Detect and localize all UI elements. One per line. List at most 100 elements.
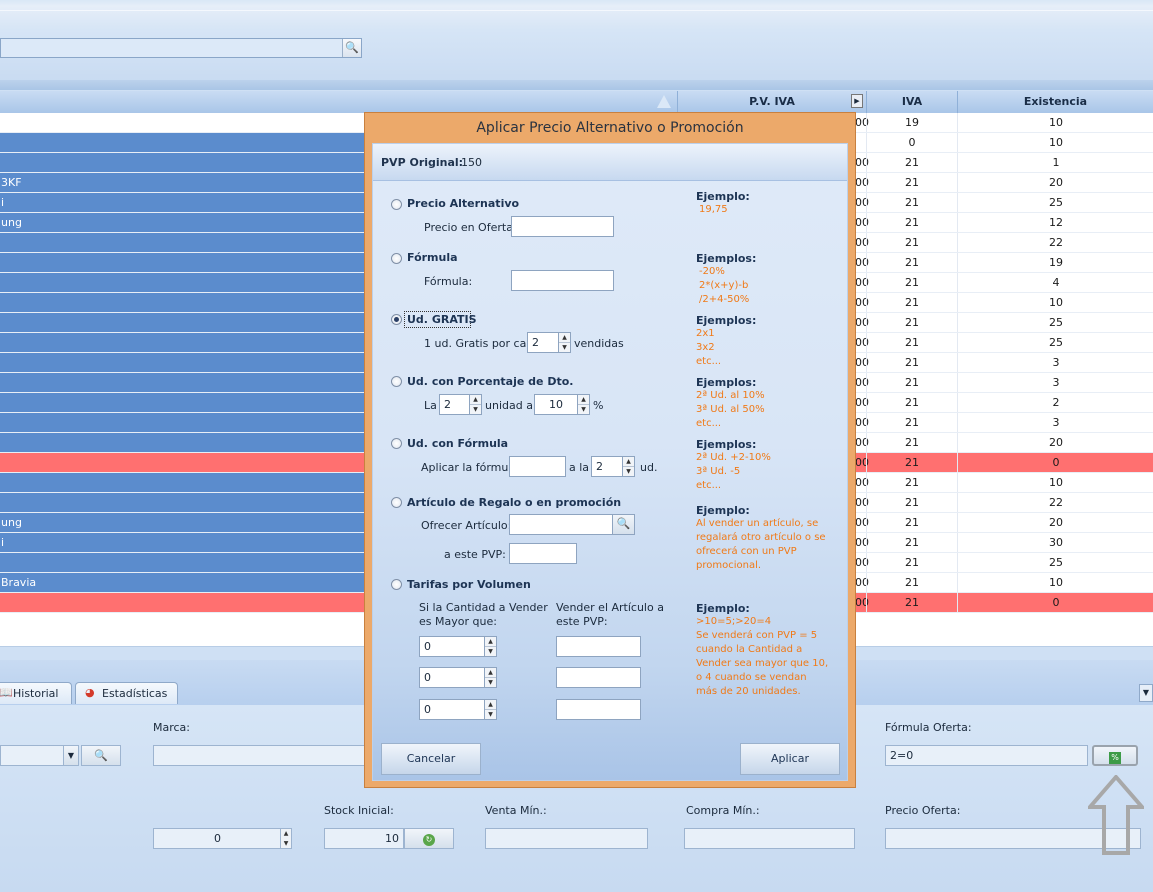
quantity-stepper[interactable]: 0 bbox=[153, 828, 292, 849]
ofrecer-articulo-input[interactable]: 🔍 bbox=[509, 514, 635, 535]
radio-ud-formula[interactable] bbox=[391, 438, 402, 449]
category-search-button[interactable]: 🔍 bbox=[81, 745, 121, 766]
tarifa-qty-stepper-1[interactable]: 0 ▲ ▼ bbox=[419, 636, 497, 657]
ud-porcentaje-unit-stepper[interactable]: 2 ▲ ▼ bbox=[439, 394, 482, 415]
row-existencia-cell: 19 bbox=[957, 253, 1153, 272]
promo-dialog: Aplicar Precio Alternativo o Promoción P… bbox=[364, 112, 856, 788]
row-pv-iva-cell: 00 bbox=[855, 216, 869, 229]
compra-min-input[interactable] bbox=[684, 828, 855, 849]
calculator-icon: % bbox=[1109, 752, 1121, 764]
stock-inicial-label: Stock Inicial: bbox=[324, 804, 394, 817]
row-name-cell: Bravia bbox=[0, 573, 366, 592]
quantity-spin-buttons[interactable]: ▲ ▼ bbox=[280, 829, 291, 848]
radio-articulo-regalo[interactable] bbox=[391, 497, 402, 508]
row-name-cell: ung bbox=[0, 213, 366, 232]
row-pv-iva-cell: 00 bbox=[855, 256, 869, 269]
row-name-cell bbox=[0, 433, 366, 452]
stock-refresh-button[interactable]: ↻ bbox=[404, 828, 454, 849]
compra-min-label: Compra Mín.: bbox=[686, 804, 760, 817]
formula-oferta-input[interactable]: 2=0 bbox=[885, 745, 1088, 766]
row-name-cell: ung bbox=[0, 513, 366, 532]
row-pv-iva-cell: 00 bbox=[855, 456, 869, 469]
ud-formula-ud: ud. bbox=[640, 461, 658, 474]
row-iva-cell: 21 bbox=[866, 573, 957, 592]
radio-ud-gratis[interactable] bbox=[391, 314, 402, 325]
cancel-button[interactable]: Cancelar bbox=[381, 743, 481, 775]
stock-inicial-input[interactable]: 10 bbox=[324, 828, 404, 849]
collapse-chevron-icon[interactable]: ▼ bbox=[1139, 684, 1153, 702]
chevron-down-icon[interactable]: ▼ bbox=[63, 745, 79, 766]
tarifa-qty-spin-2[interactable]: ▲ ▼ bbox=[484, 668, 496, 687]
apply-button[interactable]: Aplicar bbox=[740, 743, 840, 775]
radio-precio-alternativo[interactable] bbox=[391, 199, 402, 210]
row-name-cell bbox=[0, 293, 366, 312]
row-name-cell bbox=[0, 493, 366, 512]
tab-historial[interactable]: 📖 Historial bbox=[0, 682, 72, 704]
marca-input[interactable] bbox=[153, 745, 368, 766]
row-iva-cell: 21 bbox=[866, 533, 957, 552]
row-pv-iva-cell: 00 bbox=[855, 356, 869, 369]
radio-formula[interactable] bbox=[391, 253, 402, 264]
row-existencia-cell: 25 bbox=[957, 313, 1153, 332]
row-existencia-cell: 2 bbox=[957, 393, 1153, 412]
ud-gratis-example-3: etc... bbox=[696, 356, 722, 367]
arrow-up-hint-icon bbox=[1088, 775, 1144, 855]
history-icon: 📖 bbox=[0, 686, 13, 699]
formula-oferta-button[interactable]: % bbox=[1092, 745, 1138, 766]
row-pv-iva-cell: 00 bbox=[855, 436, 869, 449]
ud-porcentaje-unit-spin[interactable]: ▲ ▼ bbox=[469, 395, 481, 414]
tarifa-qty-stepper-3[interactable]: 0 ▲ ▼ bbox=[419, 699, 497, 720]
ofrecer-articulo-label: Ofrecer Artículo: bbox=[421, 519, 512, 532]
row-iva-cell: 21 bbox=[866, 173, 957, 192]
ud-formula-stepper[interactable]: 2 ▲ ▼ bbox=[591, 456, 635, 477]
tarifa-qty-stepper-2[interactable]: 0 ▲ ▼ bbox=[419, 667, 497, 688]
radio-tarifas-volumen[interactable] bbox=[391, 579, 402, 590]
precio-oferta-field[interactable] bbox=[511, 216, 614, 237]
ud-porcentaje-pct-stepper[interactable]: 10 ▲ ▼ bbox=[534, 394, 590, 415]
row-existencia-cell: 22 bbox=[957, 233, 1153, 252]
ud-formula-example-1: 2ª Ud. +2-10% bbox=[696, 452, 771, 463]
ofrecer-articulo-search-button[interactable]: 🔍 bbox=[612, 515, 634, 534]
tarifa-pvp-input-2[interactable] bbox=[556, 667, 641, 688]
tarifa-qty-spin-1[interactable]: ▲ ▼ bbox=[484, 637, 496, 656]
ud-gratis-spin[interactable]: ▲ ▼ bbox=[558, 333, 570, 352]
articulo-regalo-title: Artículo de Regalo o en promoción bbox=[407, 496, 622, 509]
tarifa-pvp-input-3[interactable] bbox=[556, 699, 641, 720]
venta-min-input[interactable] bbox=[485, 828, 648, 849]
ud-formula-spin[interactable]: ▲ ▼ bbox=[622, 457, 634, 476]
row-existencia-cell: 10 bbox=[957, 293, 1153, 312]
regalo-example-2: regalará otro artículo o se bbox=[696, 532, 826, 543]
search-button[interactable]: 🔍 bbox=[342, 39, 361, 57]
formula-title: Fórmula bbox=[407, 251, 458, 264]
row-iva-cell: 0 bbox=[866, 133, 957, 152]
tarifa-qty-spin-3[interactable]: ▲ ▼ bbox=[484, 700, 496, 719]
tab-estadisticas[interactable]: ◕ Estadísticas bbox=[75, 682, 178, 704]
column-chooser-arrow-icon[interactable]: ▶ bbox=[851, 94, 863, 108]
ud-porcentaje-pct-spin[interactable]: ▲ ▼ bbox=[577, 395, 589, 414]
row-existencia-cell: 20 bbox=[957, 173, 1153, 192]
row-name-cell bbox=[0, 413, 366, 432]
ud-gratis-title: Ud. GRATIS bbox=[407, 313, 477, 326]
tarifas-col2-line2: este PVP: bbox=[556, 615, 608, 628]
formula-field[interactable] bbox=[511, 270, 614, 291]
column-header-pv-iva[interactable]: P.V. IVA bbox=[677, 91, 866, 113]
ud-gratis-stepper[interactable]: 2 ▲ ▼ bbox=[527, 332, 571, 353]
column-header-existencia[interactable]: Existencia bbox=[957, 91, 1153, 113]
tarifa-pvp-input-1[interactable] bbox=[556, 636, 641, 657]
row-existencia-cell: 25 bbox=[957, 553, 1153, 572]
row-existencia-cell: 12 bbox=[957, 213, 1153, 232]
radio-ud-porcentaje[interactable] bbox=[391, 376, 402, 387]
marca-label: Marca: bbox=[153, 721, 191, 734]
row-existencia-cell: 25 bbox=[957, 333, 1153, 352]
precio-alt-example-title: Ejemplo: bbox=[696, 190, 750, 203]
ud-formula-field[interactable] bbox=[509, 456, 566, 477]
column-header-iva[interactable]: IVA bbox=[866, 91, 957, 113]
search-input[interactable] bbox=[0, 38, 362, 58]
row-existencia-cell: 10 bbox=[957, 133, 1153, 152]
regalo-pvp-input[interactable] bbox=[509, 543, 577, 564]
ud-porcentaje-title: Ud. con Porcentaje de Dto. bbox=[407, 375, 574, 388]
row-iva-cell: 21 bbox=[866, 413, 957, 432]
tarifas-volumen-title: Tarifas por Volumen bbox=[407, 578, 531, 591]
precio-alternativo-title: Precio Alternativo bbox=[407, 197, 520, 210]
row-name-cell bbox=[0, 133, 366, 152]
